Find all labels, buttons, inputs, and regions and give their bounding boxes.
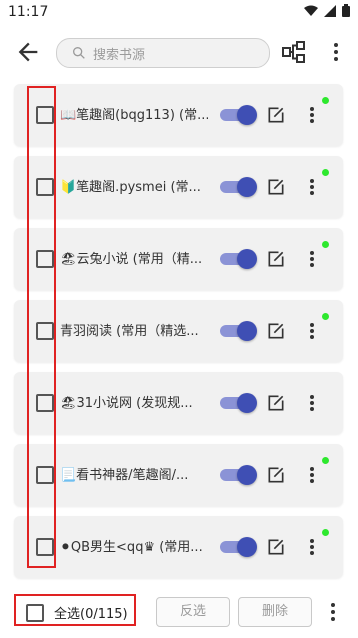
source-row[interactable]: 🏖31小说网 (发现规...: [14, 372, 343, 434]
status-dot: [322, 241, 329, 248]
source-name: 🏖31小说网 (发现规...: [60, 396, 193, 411]
status-dot: [322, 169, 329, 176]
source-row[interactable]: ⚫QB男生<qq♛ (常用...: [14, 516, 343, 578]
edit-icon[interactable]: [266, 321, 286, 341]
edit-icon[interactable]: [266, 393, 286, 413]
delete-button[interactable]: 删除: [238, 597, 312, 627]
switch-knob: [237, 177, 257, 197]
source-row[interactable]: 🏖云兔小说 (常用（精...: [14, 228, 343, 290]
source-enable-switch[interactable]: [217, 392, 257, 414]
edit-icon[interactable]: [266, 537, 286, 557]
source-name: 📖笔趣阁(bqg113) (常...: [60, 108, 208, 123]
edit-icon[interactable]: [266, 105, 286, 125]
switch-knob: [237, 105, 257, 125]
group-tree-icon[interactable]: [282, 40, 306, 64]
row-more-icon[interactable]: [306, 105, 318, 125]
status-dot: [322, 313, 329, 320]
bottom-action-bar: 全选(0/115) 反选 删除: [0, 582, 358, 638]
invert-selection-button[interactable]: 反选: [156, 597, 230, 627]
switch-knob: [237, 393, 257, 413]
source-name: 🏖云兔小说 (常用（精...: [60, 252, 203, 267]
edit-icon[interactable]: [266, 177, 286, 197]
row-more-icon[interactable]: [306, 321, 318, 341]
select-all-checkbox[interactable]: [26, 604, 44, 622]
status-dot: [322, 457, 329, 464]
wifi-icon: [304, 5, 318, 16]
source-enable-switch[interactable]: [217, 320, 257, 342]
row-more-icon[interactable]: [306, 177, 318, 197]
status-bar: 11:17: [0, 0, 358, 26]
source-name: 🔰笔趣阁.pysmei (常...: [60, 180, 201, 195]
row-more-icon[interactable]: [306, 393, 318, 413]
edit-icon[interactable]: [266, 249, 286, 269]
source-name: 青羽阅读 (常用（精选...: [60, 324, 199, 339]
status-icons: [304, 4, 350, 17]
row-more-icon[interactable]: [306, 537, 318, 557]
back-arrow-icon[interactable]: [14, 38, 42, 66]
source-name: ⚫QB男生<qq♛ (常用...: [60, 540, 203, 555]
source-enable-switch[interactable]: [217, 104, 257, 126]
source-row[interactable]: 📖笔趣阁(bqg113) (常...: [14, 84, 343, 146]
row-more-icon[interactable]: [306, 249, 318, 269]
search-icon: [73, 47, 85, 59]
switch-knob: [237, 465, 257, 485]
battery-icon: [342, 4, 350, 17]
more-options-icon[interactable]: [327, 600, 339, 624]
source-name: 📃看书神器/笔趣阁/...: [60, 468, 189, 483]
search-input[interactable]: 搜索书源: [93, 44, 145, 63]
source-enable-switch[interactable]: [217, 536, 257, 558]
edit-icon[interactable]: [266, 465, 286, 485]
source-row[interactable]: 🔰笔趣阁.pysmei (常...: [14, 156, 343, 218]
source-row[interactable]: 青羽阅读 (常用（精选...: [14, 300, 343, 362]
app-bar: 搜索书源: [0, 26, 358, 78]
status-dot: [322, 97, 329, 104]
select-all-label: 全选(0/115): [54, 607, 128, 622]
switch-knob: [237, 537, 257, 557]
select-all-control[interactable]: 全选(0/115): [14, 594, 136, 626]
row-more-icon[interactable]: [306, 465, 318, 485]
more-options-icon[interactable]: [330, 40, 342, 64]
source-enable-switch[interactable]: [217, 464, 257, 486]
switch-knob: [237, 321, 257, 341]
signal-icon: [324, 4, 336, 17]
source-enable-switch[interactable]: [217, 248, 257, 270]
switch-knob: [237, 249, 257, 269]
status-dot: [322, 529, 329, 536]
search-bar[interactable]: 搜索书源: [56, 38, 270, 68]
source-enable-switch[interactable]: [217, 176, 257, 198]
source-row[interactable]: 📃看书神器/笔趣阁/...: [14, 444, 343, 506]
checkbox-highlight-box: [27, 86, 56, 568]
status-time: 11:17: [8, 4, 49, 20]
